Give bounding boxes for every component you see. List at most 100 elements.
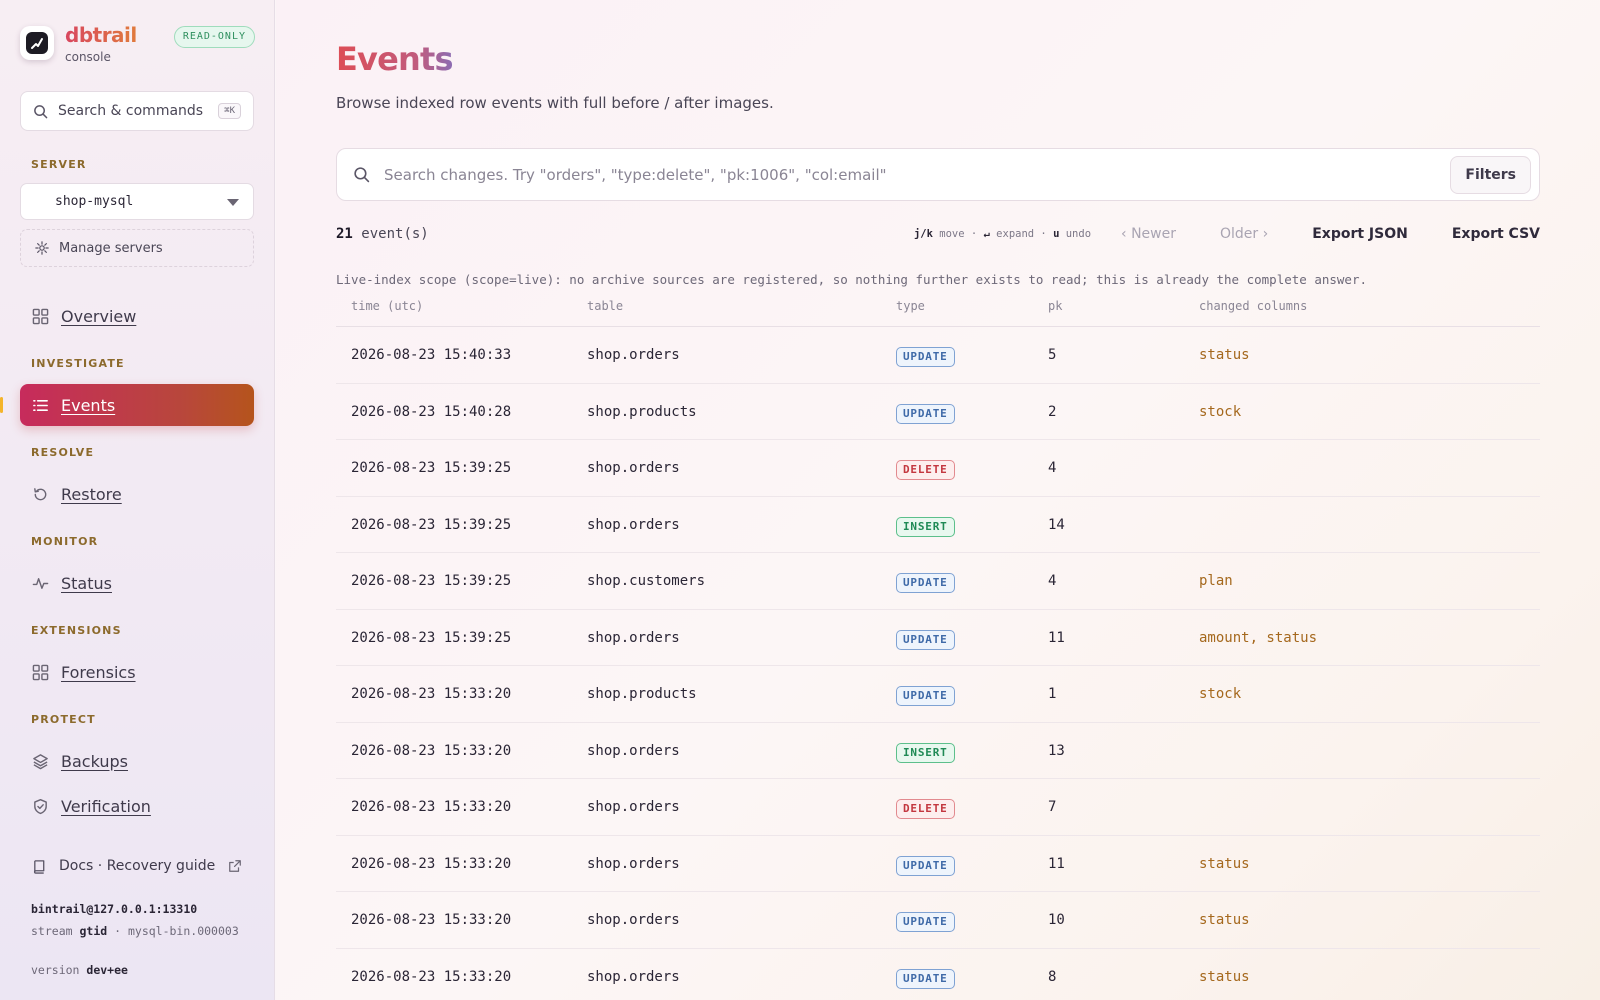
type-badge: INSERT [896,742,955,763]
cell-pk: 1 [1048,686,1057,702]
cell-table: shop.orders [587,855,680,872]
cell-pk: 2 [1048,403,1057,420]
search-input[interactable]: Search changes. Try "orders", "type:dele… [384,166,1450,184]
event-count-value: 21 [336,226,353,242]
cell-pk: 8 [1048,968,1057,985]
hint-key: j/k [913,228,933,240]
export-json-button[interactable]: Export JSON [1312,226,1408,242]
cell-changed-columns: stock [1199,403,1242,420]
version-info: version dev+ee [31,963,128,977]
table-row[interactable]: 2026-08-23 15:39:25 shop.orders 11 amount, … [336,610,1540,666]
shortcut-hint: ⌘K [218,103,241,119]
search-icon [34,104,48,118]
table-row[interactable]: 2026-08-23 15:33:20 shop.orders 13 INSERT [336,723,1540,779]
export-csv-button[interactable]: Export CSV [1452,226,1540,242]
table-row[interactable]: 2026-08-23 15:39:25 shop.customers 4 plan UP… [336,553,1540,610]
page-title: Events [336,40,454,78]
grid-icon [32,664,49,680]
table-row[interactable]: 2026-08-23 15:40:33 shop.orders 5 status UPD… [336,327,1540,384]
cell-type: INSERT [896,516,955,537]
section-resolve: RESOLVE [31,446,95,459]
table-row[interactable]: 2026-08-23 15:39:25 shop.orders 14 INSERT [336,497,1540,553]
activity-icon [32,577,49,589]
sidebar-item-restore[interactable]: Restore [20,473,254,515]
sidebar-item-verification[interactable]: Verification [20,785,254,827]
cell-type: UPDATE [896,686,955,706]
cell-table: shop.orders [587,516,680,533]
column-header-type[interactable]: type [896,299,925,313]
server-select[interactable]: shop-mysql [20,183,254,220]
hint-key: ↵ [983,228,990,240]
docs-link-label: Docs · Recovery guide [59,858,216,874]
table-row[interactable]: 2026-08-23 15:33:20 shop.orders 11 status UP… [336,836,1540,892]
event-count-suffix: event(s) [361,226,429,242]
table-row[interactable]: 2026-08-23 15:33:20 shop.orders 7 DELETE [336,779,1540,836]
sidebar-item-backups[interactable]: Backups [20,740,254,782]
table-body: 2026-08-23 15:40:33 shop.orders 5 status UPD… [336,327,1540,1000]
command-search-label: Search & commands [58,103,204,119]
cell-table: shop.orders [587,799,680,815]
cell-changed-columns: plan [1199,573,1233,589]
cell-time: 2026-08-23 15:39:25 [351,516,512,533]
brand-subtitle: console [65,50,111,64]
table-row[interactable]: 2026-08-23 15:40:28 shop.products 2 stock UP… [336,384,1540,440]
cell-time: 2026-08-23 15:40:33 [351,347,512,363]
version-label: version [31,963,80,977]
cell-changed-columns: status [1199,855,1250,872]
active-indicator [0,397,3,413]
sidebar-item-status[interactable]: Status [20,562,254,604]
cell-table: shop.orders [587,742,680,759]
table-row[interactable]: 2026-08-23 15:33:20 shop.orders 8 status UPD… [336,949,1540,1000]
brand-name: dbtrail [65,23,137,47]
hint-text: undo [1065,228,1092,240]
cell-type: UPDATE [896,403,955,424]
cell-changed-columns: stock [1199,686,1242,702]
cell-type: UPDATE [896,968,955,989]
docs-link[interactable]: Docs · Recovery guide [32,858,242,874]
stream-info: stream gtid · mysql-bin.000003 [31,923,251,940]
cell-changed-columns: status [1199,912,1250,928]
cell-time: 2026-08-23 15:33:20 [351,799,512,815]
filters-button[interactable]: Filters [1450,155,1531,194]
cell-time: 2026-08-23 15:33:20 [351,742,512,759]
sidebar-item-forensics[interactable]: Forensics [20,651,254,693]
cell-type: UPDATE [896,912,955,932]
cell-table: shop.products [587,403,697,420]
brand-logo[interactable] [20,26,54,60]
older-button[interactable]: Older › [1220,226,1268,242]
cell-changed-columns: status [1199,968,1250,985]
column-header-time[interactable]: time (utc) [351,299,423,313]
command-search[interactable]: Search & commands ⌘K [20,91,254,131]
sidebar-item-overview[interactable]: Overview [20,295,254,337]
cell-time: 2026-08-23 15:33:20 [351,968,512,985]
table-row[interactable]: 2026-08-23 15:39:25 shop.orders 4 DELETE [336,440,1540,497]
cell-table: shop.orders [587,968,680,985]
cell-pk: 10 [1048,912,1065,928]
column-header-pk[interactable]: pk [1048,299,1062,313]
section-server: SERVER [31,158,87,171]
search-icon [354,167,370,183]
section-protect: PROTECT [31,713,96,726]
table-row[interactable]: 2026-08-23 15:33:20 shop.products 1 stock UP… [336,666,1540,723]
cell-time: 2026-08-23 15:33:20 [351,912,512,928]
table-row[interactable]: 2026-08-23 15:33:20 shop.orders 10 status UP… [336,892,1540,949]
connection-host: bintrail@127.0.0.1:13310 [31,902,197,916]
type-badge: UPDATE [896,347,955,367]
events-search[interactable]: Search changes. Try "orders", "type:dele… [336,148,1540,201]
sidebar-item-label: Status [61,573,112,593]
gear-icon [35,241,49,255]
results-toolbar: j/k move · ↵ expand · u undo ‹ Newer Old… [914,226,1540,242]
external-link-icon [229,860,241,872]
newer-button[interactable]: ‹ Newer [1121,226,1176,242]
cell-table: shop.customers [587,573,706,589]
cell-time: 2026-08-23 15:33:20 [351,855,512,872]
column-header-changed[interactable]: changed columns [1199,299,1307,313]
cell-pk: 5 [1048,347,1057,363]
layers-icon [33,753,48,769]
manage-servers-button[interactable]: Manage servers [20,229,254,267]
sidebar-item-events[interactable]: Events [20,384,254,426]
trail-icon [31,38,43,49]
column-header-table[interactable]: table [587,299,623,313]
event-count: 21 event(s) [336,226,429,242]
cell-time: 2026-08-23 15:33:20 [351,686,512,702]
